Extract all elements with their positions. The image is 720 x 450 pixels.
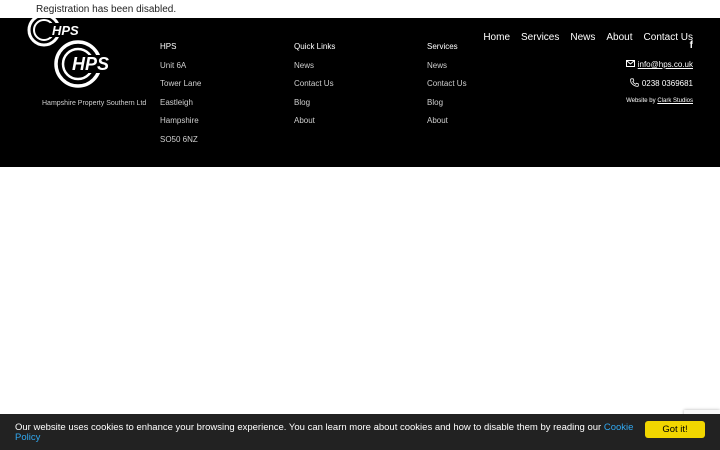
address-column: HPS Unit 6A Tower Lane Eastleigh Hampshi… bbox=[160, 42, 201, 153]
quick-links-column: Quick Links News Contact Us Blog About bbox=[294, 42, 335, 135]
envelope-icon bbox=[626, 60, 635, 69]
address-line: Unit 6A bbox=[160, 61, 201, 80]
credit-link[interactable]: Clark Studios bbox=[657, 98, 693, 104]
logo-big-text: HPS bbox=[72, 54, 109, 74]
company-tagline: Hampshire Property Southern Ltd bbox=[42, 100, 146, 107]
phone-number: 0238 0369681 bbox=[642, 79, 693, 88]
services-link-blog[interactable]: Blog bbox=[427, 98, 467, 117]
email-contact[interactable]: info@hps.co.uk bbox=[626, 60, 693, 69]
address-line: Tower Lane bbox=[160, 79, 201, 98]
logo-big[interactable]: HPS bbox=[52, 36, 134, 97]
nav-contact-us[interactable]: Contact Us bbox=[644, 32, 693, 43]
credit-prefix: Website by bbox=[626, 98, 656, 104]
cookie-banner: Our website uses cookies to enhance your… bbox=[0, 414, 720, 450]
services-column: Services News Contact Us Blog About bbox=[427, 42, 467, 135]
services-heading: Services bbox=[427, 42, 467, 61]
quick-link-contact-us[interactable]: Contact Us bbox=[294, 79, 335, 98]
cookie-accept-button[interactable]: Got it! bbox=[645, 421, 705, 438]
phone-icon bbox=[630, 78, 639, 89]
address-heading: HPS bbox=[160, 42, 201, 61]
nav-services[interactable]: Services bbox=[521, 32, 559, 43]
website-credit: Website by Clark Studios bbox=[626, 98, 693, 104]
nav-home[interactable]: Home bbox=[483, 32, 510, 43]
quick-links-heading: Quick Links bbox=[294, 42, 335, 61]
services-link-contact-us[interactable]: Contact Us bbox=[427, 79, 467, 98]
quick-link-blog[interactable]: Blog bbox=[294, 98, 335, 117]
cookie-message-block: Our website uses cookies to enhance your… bbox=[15, 423, 645, 442]
facebook-icon[interactable]: f bbox=[690, 40, 693, 51]
nav-about[interactable]: About bbox=[606, 32, 632, 43]
services-link-news[interactable]: News bbox=[427, 61, 467, 80]
quick-link-about[interactable]: About bbox=[294, 116, 335, 135]
site-footer: HPS HPS Hampshire Property Southern Ltd … bbox=[0, 18, 720, 167]
address-line: Eastleigh bbox=[160, 98, 201, 117]
cookie-message: Our website uses cookies to enhance your… bbox=[15, 422, 604, 433]
nav-news[interactable]: News bbox=[570, 32, 595, 43]
email-link[interactable]: info@hps.co.uk bbox=[638, 60, 693, 69]
main-nav: Home Services News About Contact Us bbox=[483, 32, 693, 43]
phone-contact[interactable]: 0238 0369681 bbox=[630, 78, 693, 89]
services-link-about[interactable]: About bbox=[427, 116, 467, 135]
address-line: Hampshire bbox=[160, 116, 201, 135]
quick-link-news[interactable]: News bbox=[294, 61, 335, 80]
address-line: SO50 6NZ bbox=[160, 135, 201, 154]
